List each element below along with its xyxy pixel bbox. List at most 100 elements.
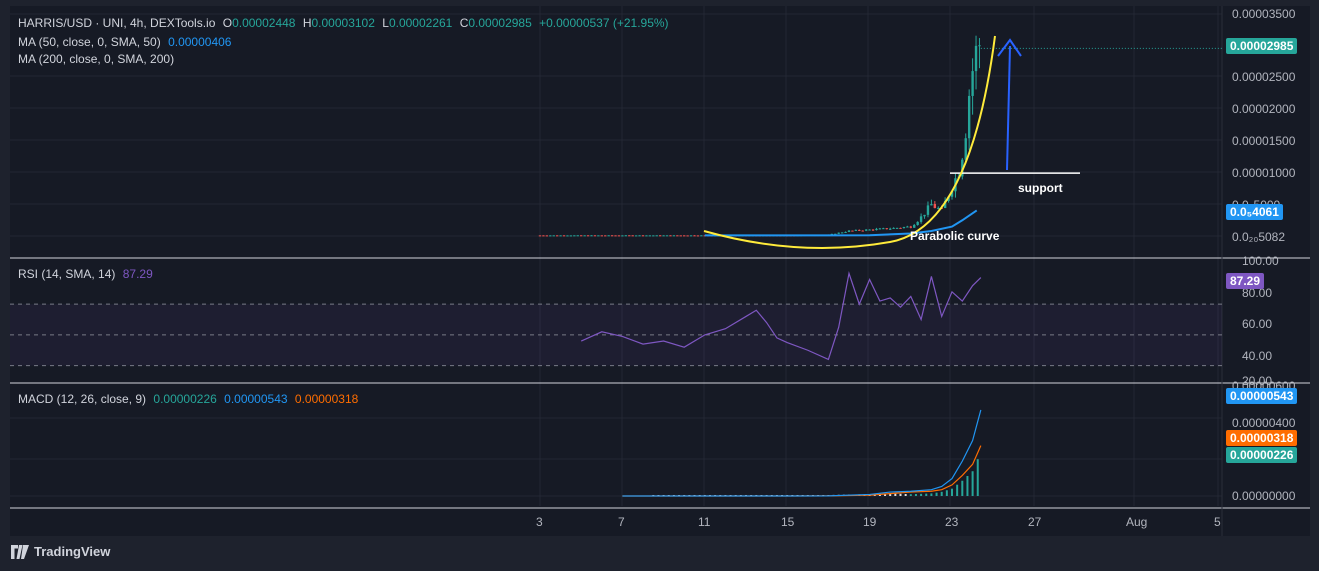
candle-body: [683, 235, 686, 237]
candle-body: [628, 235, 631, 237]
ma50-legend[interactable]: MA (50, close, 0, SMA, 50) 0.00000406: [18, 35, 235, 49]
price-tick: 0.00002000: [1232, 102, 1296, 116]
macd-line-tag: 0.00000543: [1226, 388, 1298, 404]
rsi-tick: 100.00: [1242, 254, 1279, 268]
candle-body: [586, 235, 590, 237]
candle-body: [669, 235, 672, 237]
macd-histogram-bar: [971, 471, 974, 496]
tradingview-branding[interactable]: TradingView: [10, 544, 110, 559]
candle-body: [607, 235, 610, 237]
rsi-value-tag: 87.29: [1226, 273, 1265, 289]
time-tick: 27: [1028, 515, 1042, 529]
macd-histogram-bar: [914, 494, 917, 496]
candle-body: [892, 227, 895, 229]
macd-histogram-bar: [904, 494, 907, 496]
candle-body: [926, 205, 930, 215]
candle-body: [871, 229, 875, 231]
candle-body: [700, 235, 703, 237]
macd-histogram-bar: [894, 493, 897, 496]
macd-signal-line: [622, 445, 982, 497]
candle-body: [978, 45, 981, 47]
macd-histogram-bar: [899, 493, 902, 496]
macd-legend[interactable]: MACD (12, 26, close, 9) 0.00000226 0.000…: [18, 392, 362, 406]
candle-body: [638, 235, 641, 237]
candle-body: [538, 235, 542, 237]
candle-body: [569, 235, 573, 237]
candle-body: [600, 235, 603, 237]
candle-body: [858, 229, 861, 231]
candle-body: [576, 235, 579, 237]
macd-histogram-bar: [930, 493, 933, 496]
candle-body: [923, 214, 926, 217]
candle-body: [597, 235, 600, 237]
macd-tick: 0.00000400: [1232, 416, 1296, 430]
change-value: +0.00000537 (+21.95%): [539, 16, 669, 30]
candle-body: [555, 235, 559, 237]
candle-body: [672, 235, 676, 237]
macd-histogram-bar: [961, 480, 964, 496]
time-tick: 15: [781, 515, 795, 529]
chart-frame[interactable]: HARRIS/USD · UNI, 4h, DEXTools.io O0.000…: [10, 6, 1310, 536]
candle-body: [648, 235, 652, 237]
candle-body: [662, 235, 665, 237]
candle-body: [864, 229, 868, 231]
candle-body: [617, 235, 621, 237]
rsi-tick: 60.00: [1242, 317, 1273, 331]
ma200-legend[interactable]: MA (200, close, 0, SMA, 200): [18, 52, 178, 66]
candle-body: [696, 235, 700, 237]
high-value: 0.00003102: [311, 16, 375, 30]
candle-body: [634, 235, 638, 237]
candle-body: [676, 235, 679, 237]
symbol-title: HARRIS/USD · UNI, 4h, DEXTools.io: [18, 16, 216, 30]
candle-body: [658, 235, 662, 237]
candle-body: [604, 235, 607, 237]
time-tick: 11: [698, 515, 711, 529]
candle-body: [851, 230, 854, 232]
macd-histogram-bar: [920, 493, 923, 496]
low-value: 0.00002261: [388, 16, 453, 30]
candle-body: [583, 235, 586, 237]
candle-body: [889, 228, 892, 230]
candle-body: [868, 229, 871, 231]
macd-hist-value: 0.00000226: [153, 392, 217, 406]
macd-histogram-bar: [909, 494, 912, 496]
candle-body: [937, 207, 940, 209]
time-tick: 5: [1214, 515, 1221, 529]
brand-name: TradingView: [34, 544, 111, 559]
candle-body: [964, 138, 967, 160]
rsi-legend[interactable]: RSI (14, SMA, 14) 87.29: [18, 267, 157, 281]
candle-body: [933, 204, 937, 209]
candle-body: [895, 227, 899, 229]
candle-body: [916, 221, 919, 225]
candle-body: [840, 232, 844, 234]
time-tick: 3: [536, 515, 543, 529]
parabolic-curve: [703, 35, 996, 249]
candle-body: [631, 235, 634, 237]
candle-body: [899, 227, 902, 229]
candle-body: [566, 235, 569, 237]
candle-body: [655, 235, 658, 237]
price-tick: 0.00003500: [1232, 7, 1296, 21]
candle-body: [844, 231, 847, 233]
candle-body: [645, 235, 648, 237]
chart-canvas[interactable]: [10, 6, 1310, 536]
candle-body: [610, 235, 614, 237]
macd-line: [622, 409, 982, 497]
candle-body: [552, 235, 555, 237]
time-tick: 19: [863, 515, 877, 529]
time-tick: 23: [945, 515, 959, 529]
close-value: 0.00002985: [468, 16, 532, 30]
candle-body: [542, 235, 545, 237]
parabolic-curve-label: Parabolic curve: [910, 229, 1000, 243]
ohlc-legend: HARRIS/USD · UNI, 4h, DEXTools.io O0.000…: [18, 16, 673, 30]
candle-body: [621, 235, 624, 237]
price-tick: 0.00001000: [1232, 166, 1296, 180]
candle-body: [679, 235, 682, 237]
candle-body: [909, 226, 912, 228]
candle-body: [882, 228, 885, 230]
tradingview-logo-icon: [11, 544, 29, 559]
price-tick: 0.0₂₀5082: [1232, 230, 1286, 244]
candle-body: [854, 229, 858, 231]
candle-body: [593, 235, 597, 237]
candle-body: [689, 235, 693, 237]
